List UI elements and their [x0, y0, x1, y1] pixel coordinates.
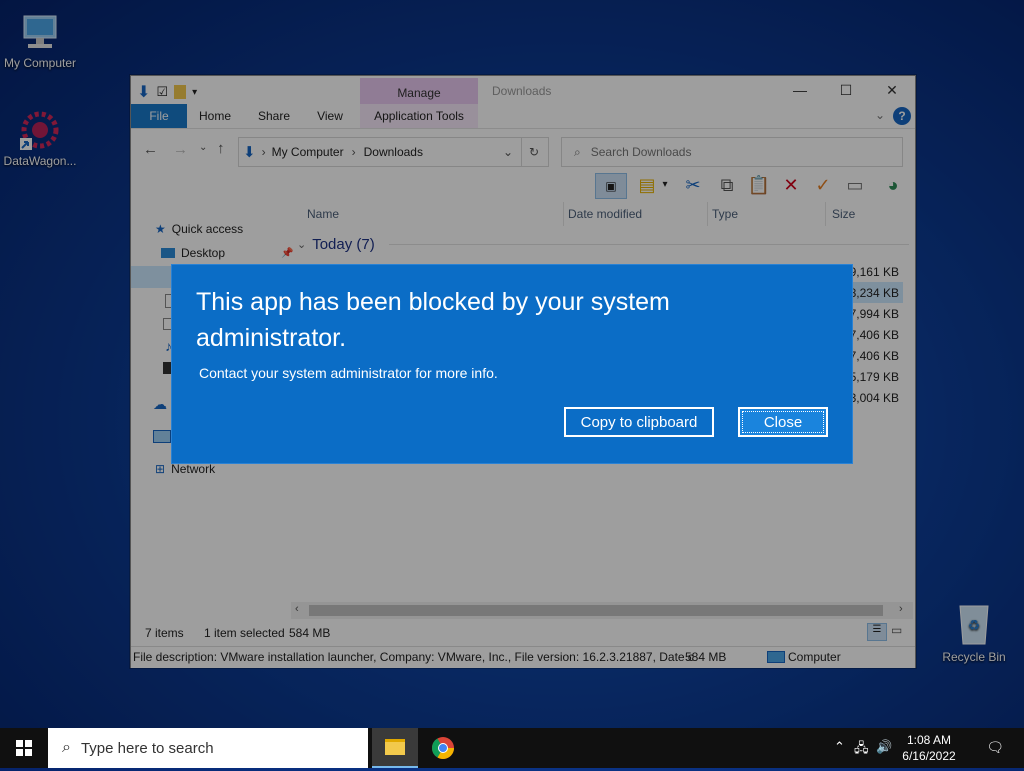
- dialog-title: This app has been blocked by your system…: [196, 288, 670, 352]
- taskbar-search-input[interactable]: ⌕ Type here to search: [48, 728, 368, 768]
- close-button[interactable]: Close: [738, 407, 828, 437]
- system-tray: ⌃ 🖧 🔊 1:08 AM 6/16/2022 🗨: [834, 728, 1024, 768]
- dialog-message: Contact your system administrator for mo…: [199, 365, 498, 381]
- start-button[interactable]: [0, 728, 48, 768]
- taskbar-file-explorer[interactable]: [372, 728, 418, 768]
- taskbar: ⌕ Type here to search ⌃ 🖧 🔊 1:08 AM 6/16…: [0, 728, 1024, 768]
- windows-logo-icon: [16, 740, 32, 756]
- taskbar-search-placeholder: Type here to search: [80, 739, 214, 757]
- clock-date: 6/16/2022: [902, 749, 956, 763]
- taskbar-chrome[interactable]: [420, 728, 466, 768]
- blocked-app-dialog: This app has been blocked by your system…: [172, 265, 852, 463]
- copy-to-clipboard-button[interactable]: Copy to clipboard: [564, 407, 714, 437]
- clock-time: 1:08 AM: [906, 733, 952, 747]
- volume-icon[interactable]: 🔊: [876, 739, 892, 755]
- notifications-icon[interactable]: 🗨: [986, 739, 1004, 756]
- network-tray-icon[interactable]: 🖧: [854, 739, 869, 761]
- taskbar-clock[interactable]: 1:08 AM 6/16/2022: [894, 732, 964, 764]
- chrome-icon: [432, 737, 454, 759]
- show-hidden-icons-icon[interactable]: ⌃: [834, 739, 845, 755]
- file-explorer-icon: [385, 739, 405, 755]
- search-icon: ⌕: [62, 739, 71, 756]
